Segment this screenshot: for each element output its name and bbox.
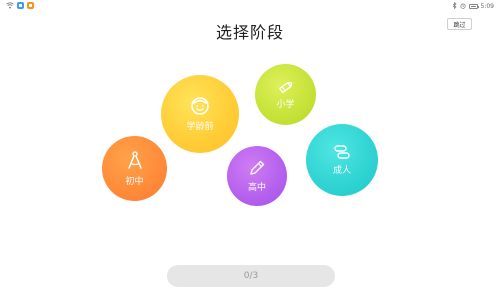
- stage-adult-button[interactable]: 成人: [306, 124, 378, 196]
- stage-senior-label: 高中: [247, 183, 266, 193]
- crayon-icon: [278, 80, 294, 94]
- stage-primary-button[interactable]: 小学: [255, 64, 316, 125]
- stage-primary-label: 小学: [276, 99, 295, 110]
- confirm-progress-button[interactable]: 0/3: [167, 265, 335, 287]
- stage-preschool-button[interactable]: 学龄前: [161, 75, 239, 153]
- status-bar: 5:09: [0, 0, 500, 12]
- skip-button[interactable]: 跳过: [447, 18, 472, 30]
- stage-preschool-label: 学龄前: [186, 122, 214, 132]
- stage-junior-button[interactable]: 初中: [102, 136, 167, 201]
- page-title: 选择阶段: [215, 23, 284, 42]
- status-left-icons: [6, 2, 34, 9]
- app-icon-blue: [17, 2, 24, 9]
- stage-senior-button[interactable]: 高中: [227, 146, 287, 206]
- stage-adult-label: 成人: [332, 166, 351, 176]
- status-time: 5:09: [480, 3, 494, 10]
- pencil-icon: [248, 159, 266, 177]
- status-right-icons: 5:09: [452, 1, 494, 11]
- battery-icon: [468, 4, 479, 9]
- stage-junior-label: 初中: [125, 176, 144, 187]
- app-icon-orange: [27, 2, 34, 9]
- app-screen: 5:09 选择阶段 跳过 学龄前 小学 初中 高中 成人 0/3: [0, 0, 500, 300]
- compass-icon: [126, 150, 144, 171]
- smiley-face-icon: [190, 96, 210, 116]
- books-icon: [333, 144, 351, 160]
- alarm-icon: [459, 3, 466, 11]
- selection-progress-text: 0/3: [243, 271, 259, 281]
- bluetooth-icon: [452, 1, 457, 11]
- wifi-icon: [6, 2, 14, 9]
